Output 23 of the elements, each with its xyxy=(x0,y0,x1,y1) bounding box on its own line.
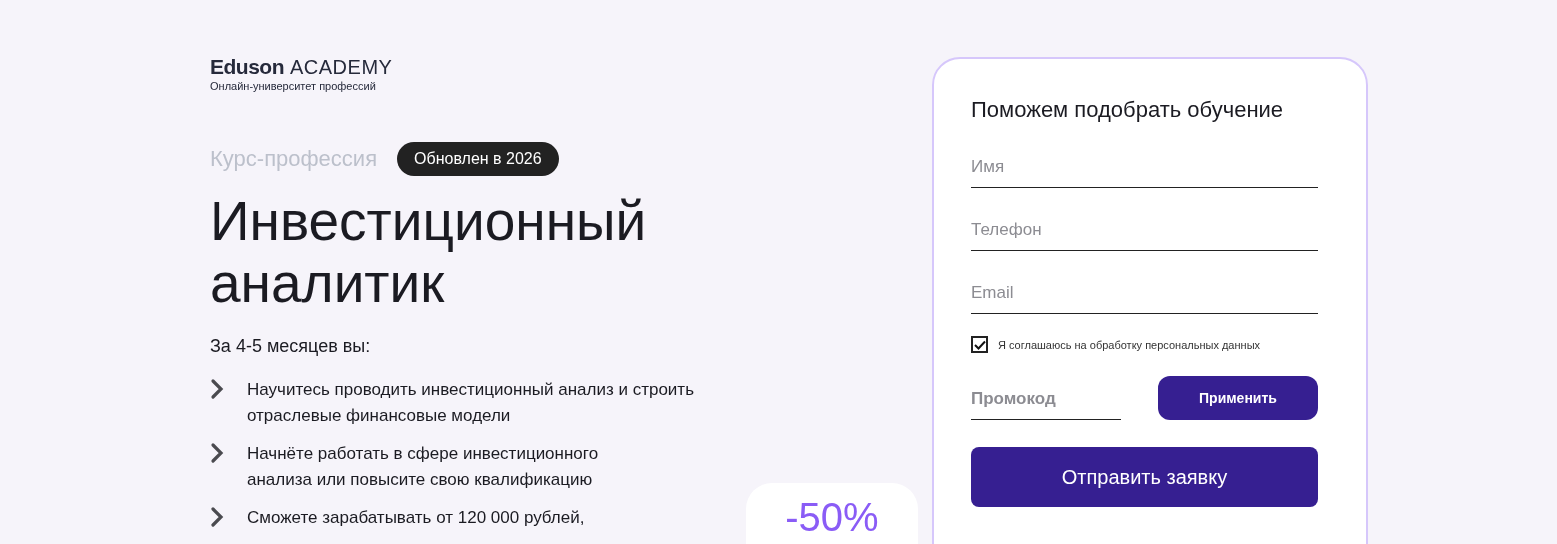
benefit-text: Научитесь проводить инвестиционный анализ и строить отраслевые финансовые модели xyxy=(247,379,695,427)
intro-text: За 4-5 месяцев вы: xyxy=(210,336,372,357)
course-title: Инвестиционный аналитик xyxy=(210,190,648,314)
submit-button[interactable]: Отправить заявку xyxy=(971,447,1318,507)
course-type: Курс-профессия xyxy=(210,146,378,172)
input-field[interactable]: Имя xyxy=(971,143,1318,188)
chevron-icon xyxy=(210,378,224,400)
benefit-text: Сможете зарабатывать от 120 000 рублей, xyxy=(247,507,585,529)
logo-tagline: Онлайн-университет профессий xyxy=(210,80,377,92)
input-field[interactable]: Email xyxy=(971,269,1318,314)
checkbox[interactable] xyxy=(971,336,988,353)
logo-suffix: ACADEMY xyxy=(290,56,393,79)
updated-badge: Обновлен в 2026 xyxy=(397,142,559,176)
input-field[interactable]: Телефон xyxy=(971,206,1318,251)
consent-label: Я соглашаюсь на обработку персональных данных xyxy=(998,338,1261,351)
logo-brand: Eduson xyxy=(210,55,284,79)
benefit-text: Начнёте работать в сфере инвестиционного анализа или повысите свою квалификацию xyxy=(247,443,600,491)
form-title: Поможем подобрать обучение xyxy=(971,97,1285,123)
apply-button[interactable]: Применить xyxy=(1158,375,1318,420)
discount-badge: -50% xyxy=(746,483,918,544)
chevron-icon xyxy=(210,442,224,464)
chevron-icon xyxy=(210,506,224,528)
promo-field[interactable]: Промокод xyxy=(971,375,1121,420)
